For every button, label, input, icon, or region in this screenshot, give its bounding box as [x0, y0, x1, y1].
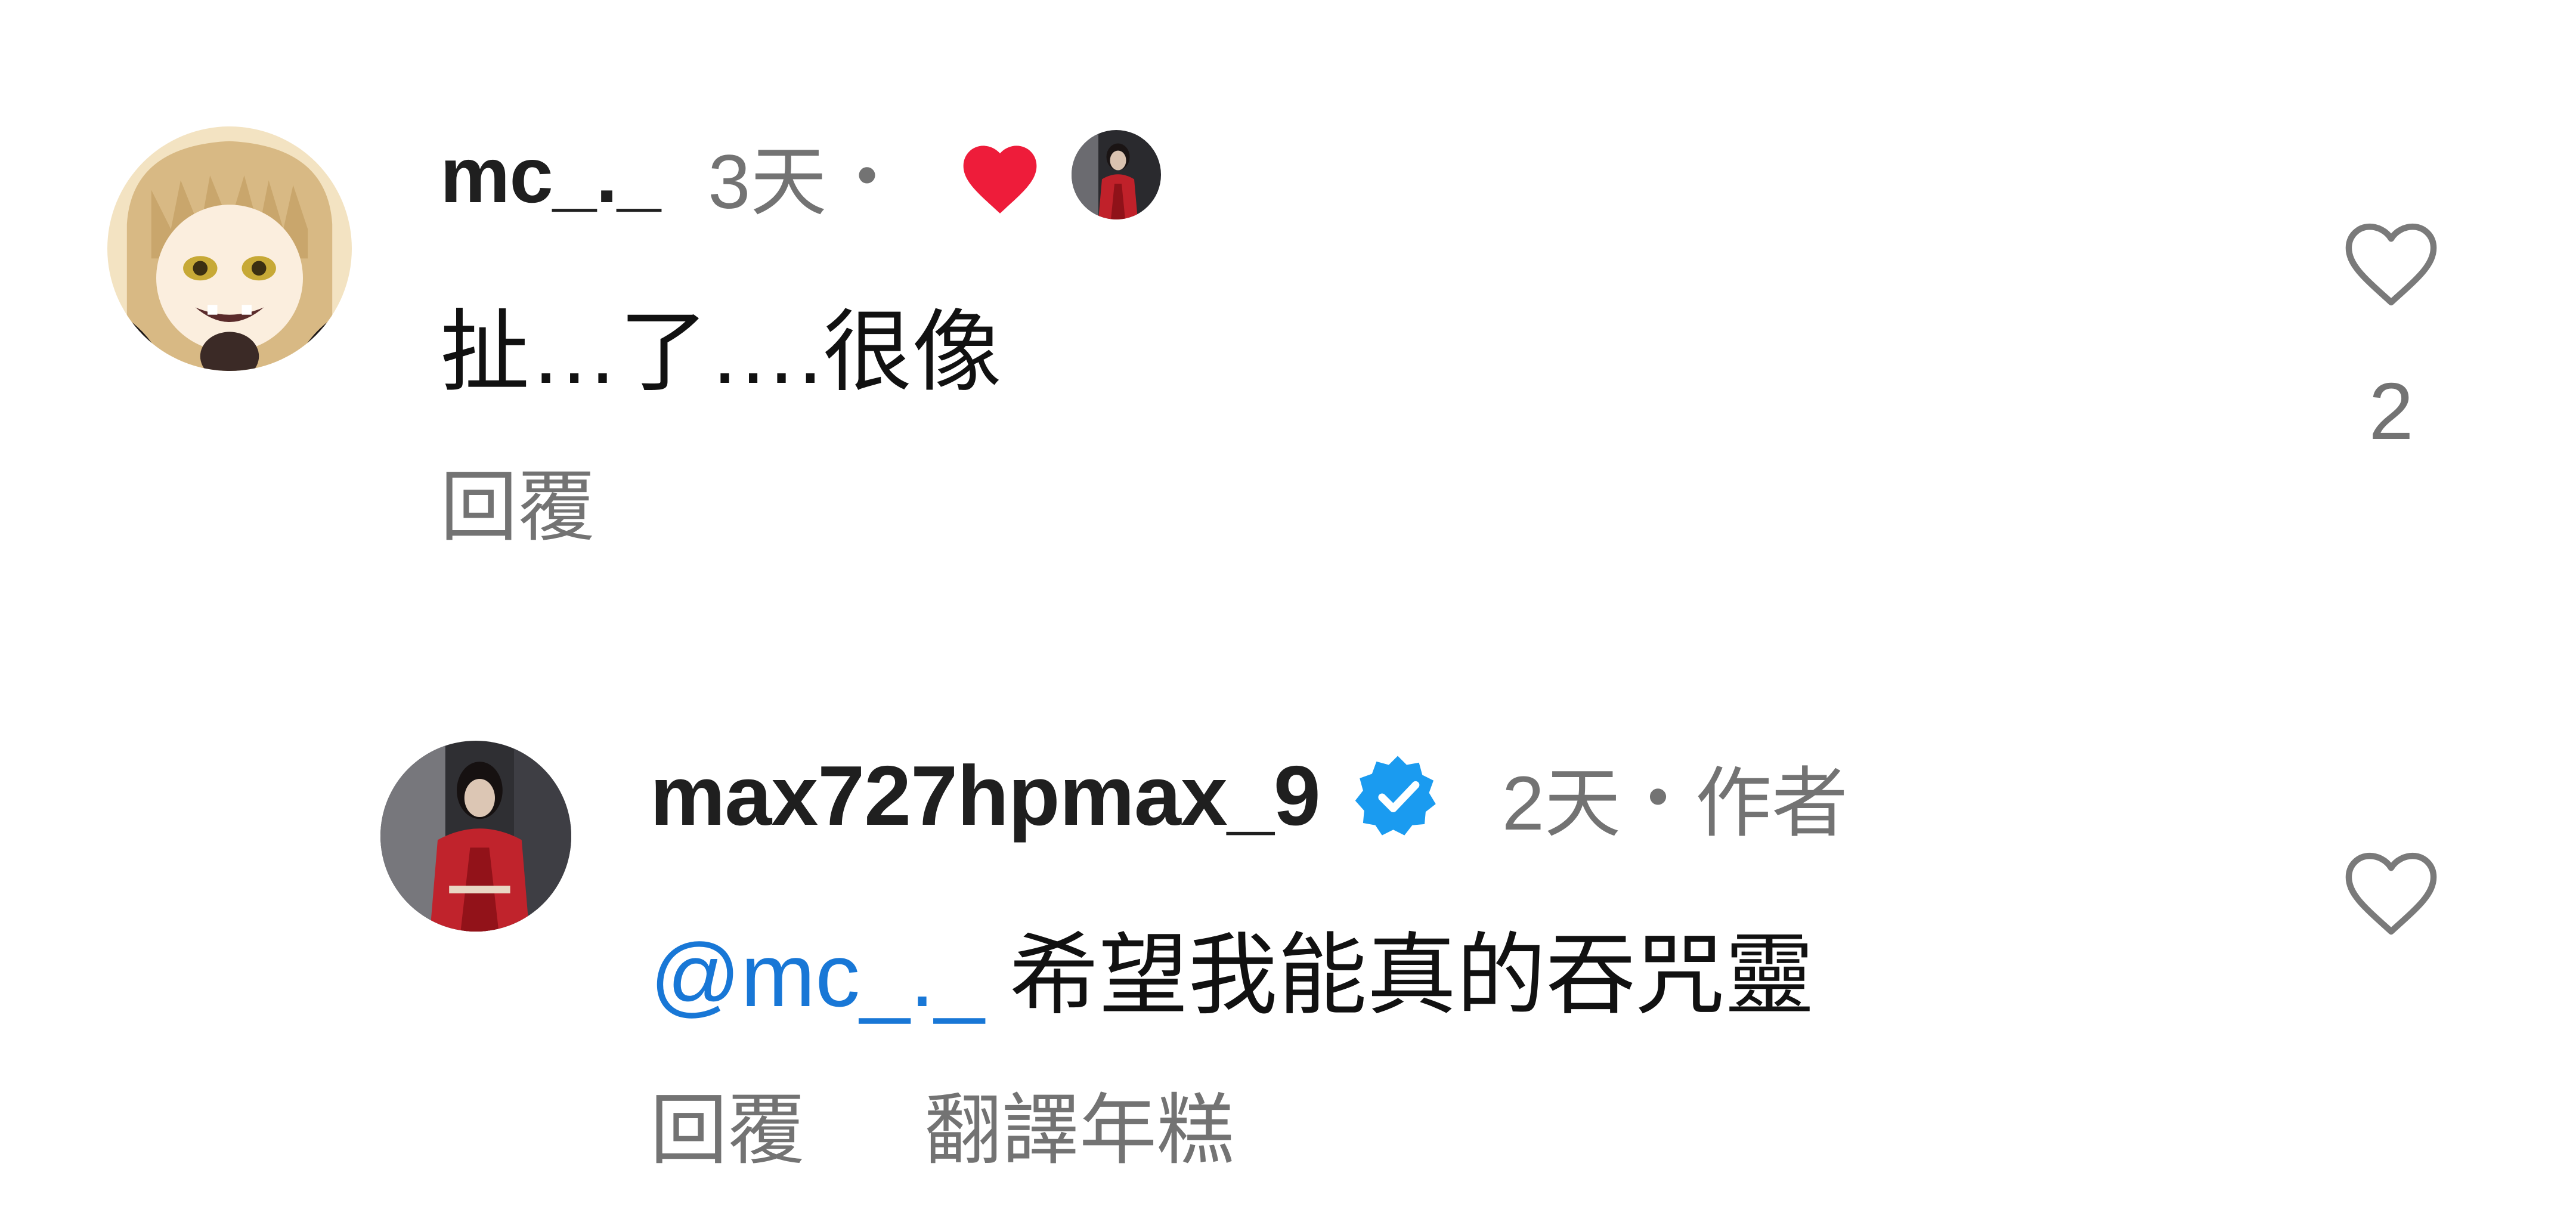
comment-actions: 回覆 — [440, 459, 595, 555]
avatar-image — [107, 126, 352, 371]
separator-dot: • — [856, 141, 878, 208]
avatar[interactable] — [107, 126, 352, 371]
mention-link[interactable]: @mc_._ — [650, 925, 984, 1025]
reply-button[interactable]: 回覆 — [440, 459, 595, 555]
reply-button[interactable]: 回覆 — [650, 1082, 805, 1178]
like-count: 2 — [2368, 366, 2414, 456]
author-label: 作者 — [1695, 760, 1848, 846]
comment-header: max727hpmax_9 2天 • 作者 — [650, 745, 1848, 847]
verified-badge-icon — [1353, 751, 1442, 841]
comment-text: 扯…了….很像 — [440, 302, 1002, 402]
timestamp: 3天 — [708, 139, 827, 225]
translate-button[interactable]: 翻譯年糕 — [924, 1082, 1234, 1178]
separator-dot: • — [1647, 762, 1668, 830]
heart-outline-icon[interactable] — [2334, 838, 2448, 939]
heart-outline-icon[interactable] — [2334, 209, 2448, 310]
creator-avatar-icon — [1071, 130, 1161, 219]
comment-message: 希望我能真的吞咒靈 — [1009, 925, 1815, 1025]
comment-item: mc_._ 3天 • 扯…了….很像 回覆 2 — [0, 0, 2576, 596]
avatar[interactable] — [380, 741, 571, 932]
timestamp: 2天 — [1501, 760, 1621, 846]
heart-filled-icon — [955, 135, 1045, 215]
avatar-image — [380, 741, 571, 932]
username[interactable]: mc_._ — [440, 130, 661, 220]
comment-header: mc_._ 3天 • — [440, 130, 1161, 225]
comment-actions: 回覆 翻譯年糕 — [650, 1082, 1234, 1178]
reply-item: max727hpmax_9 2天 • 作者 @mc_._ 希望我能真的吞咒靈 回… — [0, 596, 2576, 1219]
comment-thread: mc_._ 3天 • 扯…了….很像 回覆 2 max727hpmax_9 2天… — [0, 0, 2576, 1219]
comment-text: @mc_._ 希望我能真的吞咒靈 — [650, 921, 1814, 1029]
username[interactable]: max727hpmax_9 — [650, 747, 1321, 845]
